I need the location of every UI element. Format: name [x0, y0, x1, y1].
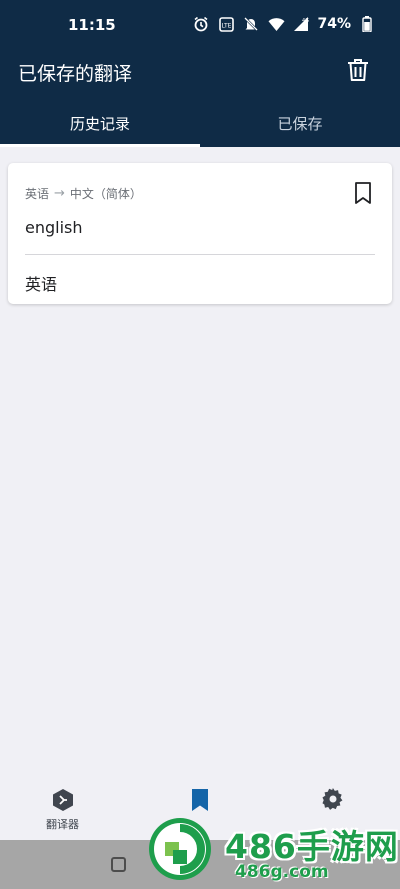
arrow-right-icon: → [54, 186, 65, 201]
watermark-title: 486手游网 [225, 827, 399, 866]
svg-text:LTE: LTE [221, 22, 231, 29]
watermark-url: 486g.com [235, 862, 329, 882]
battery-icon [358, 15, 376, 33]
tab-saved[interactable]: 已保存 [200, 96, 400, 147]
mute-icon [242, 15, 260, 33]
bookmark-outline-icon [355, 182, 371, 204]
status-icons: LTE 4G 74% [192, 15, 376, 33]
card-divider [25, 254, 375, 255]
translated-text: 英语 [25, 275, 58, 294]
nav-translator[interactable]: 翻译器 [46, 788, 79, 832]
watermark: 486手游网 486g.com [143, 812, 400, 889]
svg-text:4G: 4G [302, 18, 309, 24]
alarm-icon [192, 15, 210, 33]
bookmark-toggle[interactable] [352, 181, 374, 205]
nav-saved[interactable] [189, 788, 211, 812]
source-text: english [25, 218, 83, 237]
bookmark-icon [192, 789, 208, 811]
app-header: 11:15 LTE 4G 74% 已保存的翻译 历史记录 已保存 [0, 0, 400, 147]
gear-icon [322, 788, 343, 810]
translation-card[interactable]: 英语 → 中文（简体） english 英语 [8, 163, 392, 304]
volte-icon: LTE [217, 15, 235, 33]
nav-translator-label: 翻译器 [46, 818, 79, 831]
delete-all-button[interactable] [344, 56, 372, 84]
wifi-icon [267, 15, 285, 33]
nav-settings[interactable] [322, 788, 344, 810]
translator-icon [52, 789, 73, 811]
watermark-logo-icon [149, 818, 211, 880]
page-title: 已保存的翻译 [18, 63, 133, 85]
target-language: 中文（简体） [69, 187, 142, 201]
title-bar: 已保存的翻译 [0, 48, 400, 96]
language-pair: 英语 → 中文（简体） [25, 185, 142, 202]
source-language: 英语 [25, 187, 50, 201]
battery-percent: 74% [317, 16, 351, 32]
status-time: 11:15 [68, 16, 116, 34]
status-bar: 11:15 LTE 4G 74% [0, 0, 400, 48]
signal-icon: 4G [292, 15, 310, 33]
trash-icon [348, 59, 368, 81]
recents-button[interactable] [111, 857, 126, 872]
tab-bar: 历史记录 已保存 [0, 96, 400, 147]
tab-history[interactable]: 历史记录 [0, 96, 200, 147]
